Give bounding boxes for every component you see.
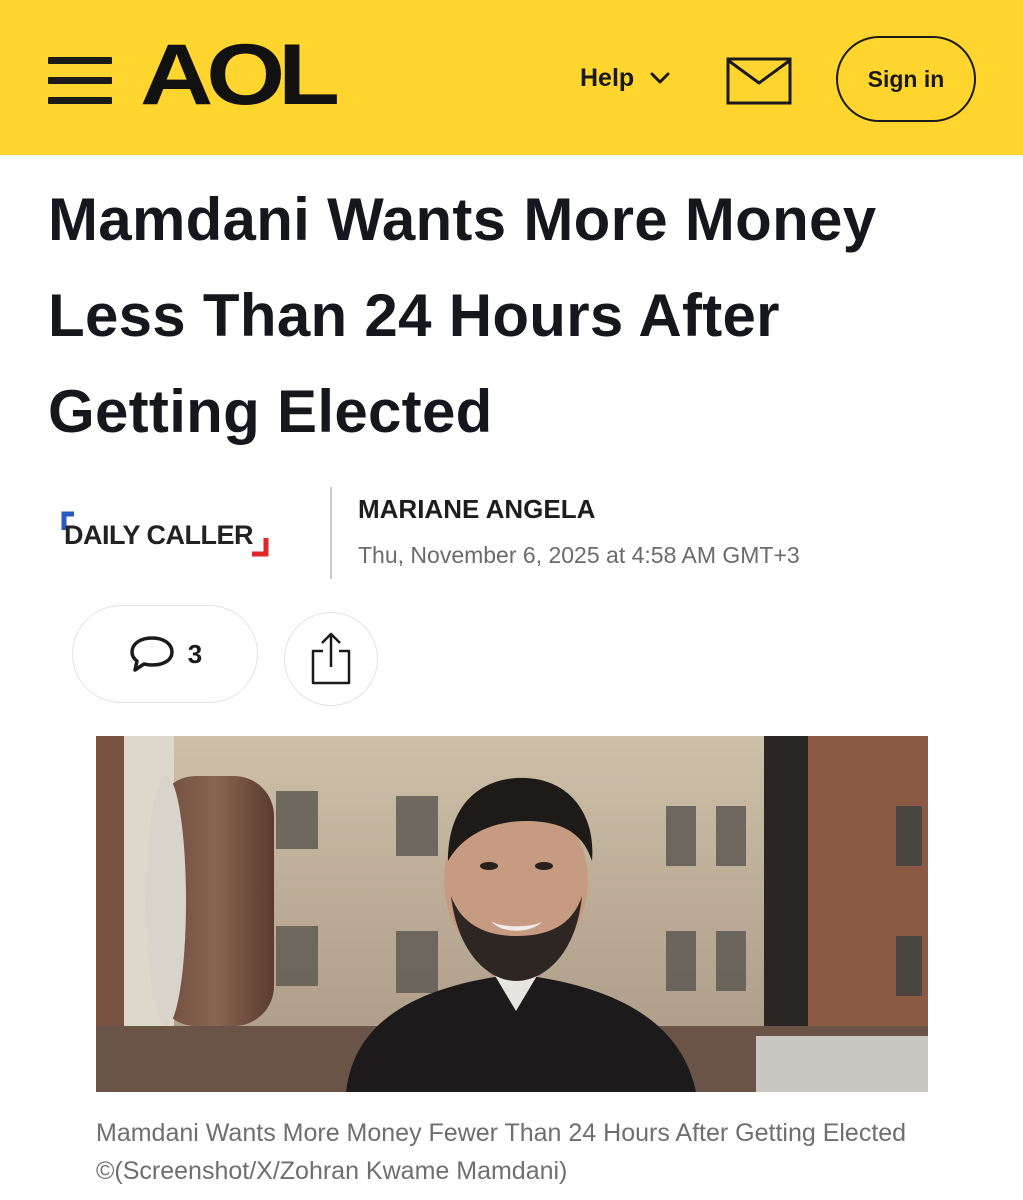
article-headline: Mamdani Wants More Money Less Than 24 Ho… [48,172,988,460]
author-name[interactable]: MARIANE ANGELA [358,494,595,525]
envelope-icon[interactable] [726,57,792,105]
sign-in-button[interactable]: Sign in [836,36,976,122]
top-navigation-bar: AOL Help Sign in [0,0,1023,155]
publisher-logo[interactable]: DAILY CALLER [52,506,282,562]
hamburger-menu-icon[interactable] [48,57,112,105]
speech-bubble-icon [130,636,174,672]
byline-divider [330,487,332,579]
headline-line: Mamdani Wants More Money [48,186,877,253]
image-caption: Mamdani Wants More Money Fewer Than 24 H… [96,1119,907,1185]
comments-button[interactable]: 3 [72,605,258,703]
article-photo[interactable] [96,736,928,1092]
publisher-name: DAILY CALLER [64,520,254,550]
comment-count: 3 [187,638,203,669]
publish-date: Thu, November 6, 2025 at 4:58 AM GMT+3 [358,542,800,568]
headline-line: Getting Elected [48,378,493,445]
aol-logo[interactable]: AOL [140,30,340,120]
share-icon [311,632,351,685]
help-dropdown[interactable]: Help [580,58,670,98]
share-button[interactable] [284,612,378,706]
headline-line: Less Than 24 Hours After [48,282,780,349]
help-label: Help [580,63,635,92]
chevron-down-icon [650,72,670,84]
